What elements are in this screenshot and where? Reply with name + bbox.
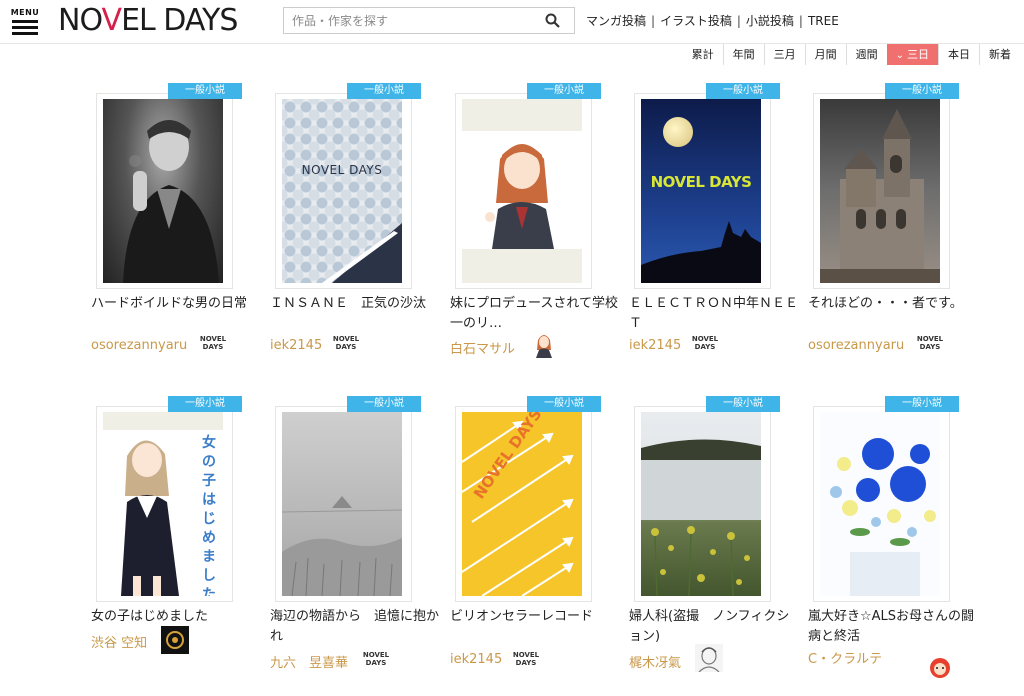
anime-avatar-icon[interactable] [530, 330, 558, 358]
genre-badge: 一般小説 [885, 83, 959, 99]
cover-image [282, 412, 402, 596]
cover[interactable] [813, 93, 950, 289]
work-card[interactable]: 女の子はじめました 一般小説 女の子はじめました 渋谷 空知 [91, 396, 263, 696]
cover[interactable]: 女の子はじめました [96, 406, 233, 602]
author-name[interactable]: 白石マサル [450, 338, 515, 357]
cover[interactable] [813, 406, 950, 602]
link-tree[interactable]: TREE [808, 14, 839, 28]
author-name[interactable]: 渋谷 空知 [91, 632, 147, 651]
search-icon[interactable] [545, 13, 560, 28]
link-novel-post[interactable]: 小説投稿 [746, 14, 794, 28]
work-card[interactable]: 一般小説 海辺の物語から 追憶に抱かれ 九六 昱喜華 NOVEL DAYS [270, 396, 442, 696]
novel-days-logo-icon[interactable]: NOVEL DAYS [512, 646, 540, 674]
cover[interactable] [96, 93, 233, 289]
work-card[interactable]: 一般小説 ハードボイルドな男の日常 osorezannyaru NOVEL DAY… [91, 83, 263, 383]
author-name[interactable]: iek2145 [629, 338, 681, 353]
cover-image: NOVEL DAYS [462, 412, 582, 596]
search-box [283, 7, 575, 34]
author-name[interactable]: 梶木冴氣 [629, 652, 681, 671]
cover-image: 女の子はじめました [103, 412, 223, 596]
header: MENU NOVEL DAYS マンガ投稿|イラスト投稿|小説投稿|TREE [0, 0, 1024, 44]
tab-today[interactable]: 本日 [938, 44, 979, 65]
cover-title: 女の子はじめました [202, 435, 216, 596]
link-manga-post[interactable]: マンガ投稿 [586, 14, 646, 28]
genre-badge: 一般小説 [168, 83, 242, 99]
cover[interactable]: NOVEL DAYS [275, 93, 412, 289]
search-input[interactable] [284, 8, 534, 33]
cover[interactable]: NOVEL DAYS [634, 93, 771, 289]
tab-three-days[interactable]: ⌄ 三日 [886, 44, 938, 65]
author-name[interactable]: C・クラルテ [808, 648, 882, 667]
work-card[interactable]: 一般小説 婦人科(盗撮 ノンフィクション) 梶木冴氣 [629, 396, 801, 696]
novel-days-logo-icon[interactable]: NOVEL DAYS [199, 330, 227, 358]
genre-badge: 一般小説 [706, 83, 780, 99]
site-logo[interactable]: NOVEL DAYS [58, 4, 238, 38]
cover[interactable]: NOVEL DAYS [455, 406, 592, 602]
author-name[interactable]: 九六 昱喜華 [270, 652, 348, 671]
cover-image [820, 99, 940, 283]
work-title[interactable]: ＩＮＳＡＮＥ 正気の沙汰 [270, 294, 442, 334]
tab-week[interactable]: 週間 [845, 44, 887, 65]
top-nav: マンガ投稿 | イラスト投稿 | 小説投稿 | TREE [586, 14, 839, 28]
cover-image: NOVEL DAYS [641, 99, 761, 283]
dark-emblem-avatar-icon[interactable] [161, 626, 189, 654]
work-title[interactable]: 婦人科(盗撮 ノンフィクション) [629, 607, 801, 647]
cover-image [462, 99, 582, 283]
work-title[interactable]: ハードボイルドな男の日常 [91, 294, 263, 334]
tab-year[interactable]: 年間 [722, 44, 764, 65]
cover-title: NOVEL DAYS [301, 163, 383, 177]
link-illust-post[interactable]: イラスト投稿 [660, 14, 732, 28]
genre-badge: 一般小説 [347, 83, 421, 99]
menu-icon [12, 20, 38, 23]
work-title[interactable]: ビリオンセラーレコード [450, 607, 622, 647]
tab-total[interactable]: 累計 [683, 44, 723, 65]
cover-image [820, 412, 940, 596]
novel-days-logo-icon[interactable]: NOVEL DAYS [362, 646, 390, 674]
work-card[interactable]: 一般小説 妹にプロデュースされて学校一のリ… 白石マサル [450, 83, 622, 383]
tab-new[interactable]: 新着 [979, 44, 1020, 65]
author-name[interactable]: iek2145 [270, 338, 322, 353]
chevron-down-icon: ⌄ [895, 50, 904, 61]
work-title[interactable]: それほどの・・・者です。 [808, 294, 980, 334]
cover[interactable] [634, 406, 771, 602]
work-title[interactable]: 妹にプロデュースされて学校一のリ… [450, 294, 622, 334]
cover-image [641, 412, 761, 596]
genre-badge: 一般小説 [885, 396, 959, 412]
cover-image: NOVEL DAYS [282, 99, 402, 283]
work-title[interactable]: 嵐大好き☆ALSお母さんの闘病と終活 [808, 607, 980, 647]
genre-badge: 一般小説 [168, 396, 242, 412]
tab-month[interactable]: 月間 [804, 44, 846, 65]
novel-days-logo-icon[interactable]: NOVEL DAYS [691, 330, 719, 358]
work-card[interactable]: NOVEL DAYS 一般小説 ＩＮＳＡＮＥ 正気の沙汰 iek2145 NOV… [270, 83, 442, 383]
author-name[interactable]: iek2145 [450, 652, 502, 667]
cover-image [103, 99, 223, 283]
work-title[interactable]: 女の子はじめました [91, 607, 263, 627]
genre-badge: 一般小説 [527, 396, 601, 412]
genre-badge: 一般小説 [706, 396, 780, 412]
tab-three-months[interactable]: 三月 [763, 44, 805, 65]
work-title[interactable]: ＥＬＥＣＴＲＯＮ中年ＮＥＥＴ [629, 294, 801, 334]
character-avatar-icon[interactable] [926, 652, 954, 680]
novel-days-logo-icon[interactable]: NOVEL DAYS [332, 330, 360, 358]
work-card[interactable]: 一般小説 嵐大好き☆ALSお母さんの闘病と終活 C・クラルテ [808, 396, 980, 696]
work-title[interactable]: 海辺の物語から 追憶に抱かれ [270, 607, 442, 647]
cover[interactable] [275, 406, 412, 602]
menu-label: MENU [10, 8, 40, 17]
cover-title: NOVEL DAYS [650, 173, 752, 191]
work-card[interactable]: NOVEL DAYS 一般小説 ＥＬＥＣＴＲＯＮ中年ＮＥＥＴ iek2145 N… [629, 83, 801, 383]
novel-days-logo-icon[interactable]: NOVEL DAYS [916, 330, 944, 358]
author-name[interactable]: osorezannyaru [91, 338, 187, 353]
cover[interactable] [455, 93, 592, 289]
genre-badge: 一般小説 [347, 396, 421, 412]
sketch-avatar-icon[interactable] [695, 644, 723, 673]
work-card[interactable]: 一般小説 それほどの・・・者です。 osorezannyaru NOVEL DAY… [808, 83, 980, 383]
menu-button[interactable]: MENU [10, 8, 40, 36]
period-tabs: 累計 年間 三月 月間 週間 ⌄ 三日 本日 新着 [683, 44, 1020, 65]
genre-badge: 一般小説 [527, 83, 601, 99]
author-name[interactable]: osorezannyaru [808, 338, 904, 353]
work-card[interactable]: NOVEL DAYS 一般小説 ビリオンセラーレコード iek2145 NOVE… [450, 396, 622, 696]
